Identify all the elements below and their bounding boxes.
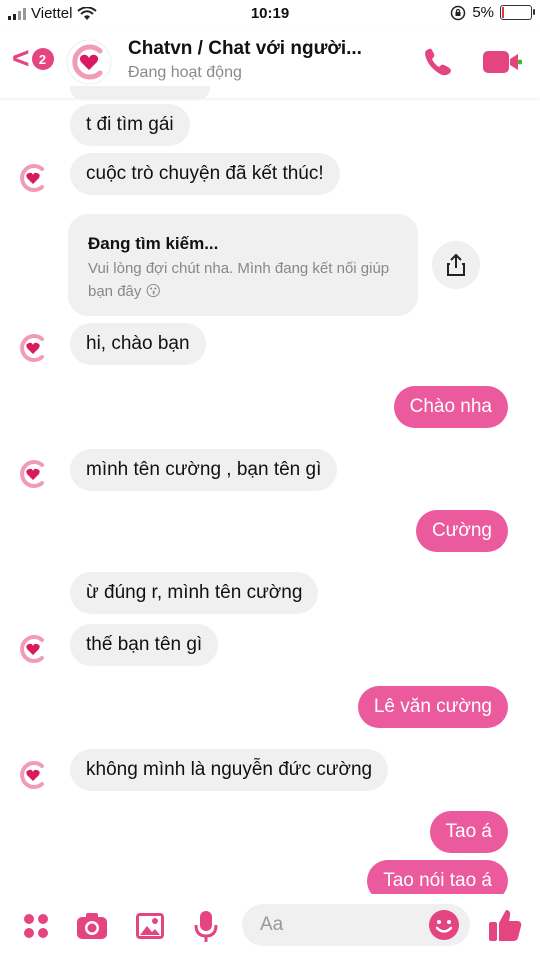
message-incoming[interactable]: không mình là nguyễn đức cường	[70, 749, 389, 791]
message-incoming[interactable]: cuộc trò chuyện đã kết thúc!	[70, 153, 340, 195]
status-right: 5%	[450, 4, 535, 21]
microphone-icon[interactable]	[188, 908, 224, 944]
phone-icon[interactable]	[420, 44, 456, 80]
message-list[interactable]: t đi tìm gái cuộc trò chuyện đã kết thúc…	[0, 86, 540, 902]
status-bar: Viettel 10:19 5%	[0, 0, 540, 28]
emoji-icon[interactable]	[428, 909, 460, 941]
card-title: Đang tìm kiếm...	[88, 234, 219, 253]
back-chevron-icon: <	[12, 42, 30, 75]
message-outgoing[interactable]: Lê văn cường	[357, 686, 508, 728]
message-incoming[interactable]: t đi tìm gái	[70, 104, 190, 146]
message-outgoing[interactable]: Chào nha	[393, 386, 508, 428]
message-incoming[interactable]: mình tên cường , bạn tên gì	[70, 449, 338, 491]
sender-avatar-icon	[17, 633, 49, 665]
message-outgoing[interactable]: Tao á	[429, 811, 508, 853]
battery-icon	[500, 5, 535, 20]
sender-avatar-icon	[17, 759, 49, 791]
searching-card[interactable]: Đang tìm kiếm... Vui lòng đợi chút nha. …	[68, 214, 418, 316]
composer-bar: Aa	[0, 894, 540, 960]
share-button[interactable]	[432, 241, 480, 289]
battery-percent: 5%	[472, 4, 494, 21]
chat-status: Đang hoạt động	[128, 64, 242, 81]
camera-icon[interactable]	[74, 908, 110, 944]
message-incoming[interactable]: hi, chào bạn	[70, 323, 206, 365]
message-outgoing[interactable]: Cường	[415, 510, 508, 552]
video-camera-icon[interactable]	[482, 48, 522, 76]
chat-title[interactable]: Chatvn / Chat với người...	[128, 38, 362, 60]
back-button[interactable]: < 2	[12, 44, 54, 74]
message-incoming[interactable]: ừ đúng r, mình tên cường	[70, 572, 319, 614]
message-input-placeholder: Aa	[260, 914, 284, 935]
card-text: Vui lòng đợi chút nha. Mình đang kết nối…	[88, 260, 390, 300]
chatvn-logo-icon[interactable]	[66, 39, 112, 85]
sender-avatar-icon	[17, 162, 49, 194]
clipped-message	[70, 86, 210, 100]
message-input[interactable]: Aa	[242, 904, 470, 946]
apps-menu-icon[interactable]	[18, 908, 54, 944]
rotation-lock-icon	[451, 5, 466, 20]
message-incoming[interactable]: thế bạn tên gì	[70, 624, 219, 666]
thumbs-up-icon[interactable]	[486, 906, 524, 944]
sender-avatar-icon	[17, 458, 49, 490]
unread-badge: 2	[31, 48, 54, 70]
share-icon	[447, 253, 465, 276]
image-icon[interactable]	[132, 908, 168, 944]
sender-avatar-icon	[17, 332, 49, 364]
